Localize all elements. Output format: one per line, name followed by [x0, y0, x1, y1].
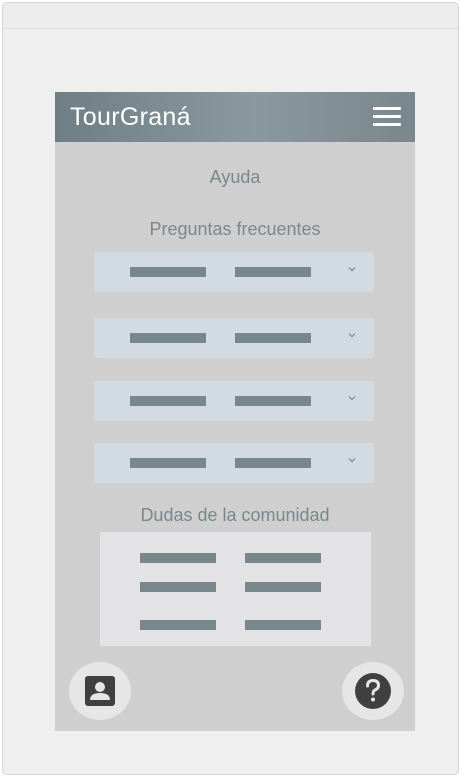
community-question-placeholder: [245, 553, 321, 563]
device-frame: TourGraná Ayuda Preguntas frecuentes Dud…: [2, 2, 459, 775]
faq-question-placeholder: [130, 396, 206, 406]
community-question-placeholder: [140, 582, 216, 592]
chevron-down-icon: [348, 396, 356, 401]
app-header: TourGraná: [55, 92, 415, 142]
faq-question-placeholder: [235, 458, 311, 468]
community-question-placeholder: [140, 553, 216, 563]
community-question-placeholder: [140, 620, 216, 630]
hamburger-line: [373, 115, 401, 118]
faq-item-4[interactable]: [94, 443, 374, 483]
faq-item-1[interactable]: [94, 252, 374, 292]
faq-question-placeholder: [130, 267, 206, 277]
chevron-down-icon: [348, 267, 356, 272]
faq-question-placeholder: [235, 396, 311, 406]
hamburger-line: [373, 107, 401, 110]
faq-question-placeholder: [235, 333, 311, 343]
app-title: TourGraná: [70, 103, 191, 131]
faq-item-3[interactable]: [94, 381, 374, 421]
community-questions-panel[interactable]: [100, 532, 371, 646]
app-screen: TourGraná Ayuda Preguntas frecuentes Dud…: [55, 92, 415, 731]
help-circle-icon: [355, 673, 391, 709]
device-top-bar: [3, 3, 458, 29]
faq-question-placeholder: [235, 267, 311, 277]
faq-question-placeholder: [130, 458, 206, 468]
help-button[interactable]: [342, 662, 404, 720]
hamburger-menu-icon[interactable]: [373, 106, 401, 128]
profile-button[interactable]: [69, 662, 131, 720]
hamburger-line: [373, 123, 401, 126]
page-title: Ayuda: [209, 167, 261, 187]
community-question-placeholder: [245, 582, 321, 592]
chevron-down-icon: [348, 458, 356, 463]
faq-section-title: Preguntas frecuentes: [149, 219, 321, 239]
chevron-down-icon: [348, 333, 356, 338]
community-section-title: Dudas de la comunidad: [140, 505, 330, 525]
account-box-icon: [85, 676, 115, 706]
faq-question-placeholder: [130, 333, 206, 343]
faq-item-2[interactable]: [94, 318, 374, 358]
community-question-placeholder: [245, 620, 321, 630]
